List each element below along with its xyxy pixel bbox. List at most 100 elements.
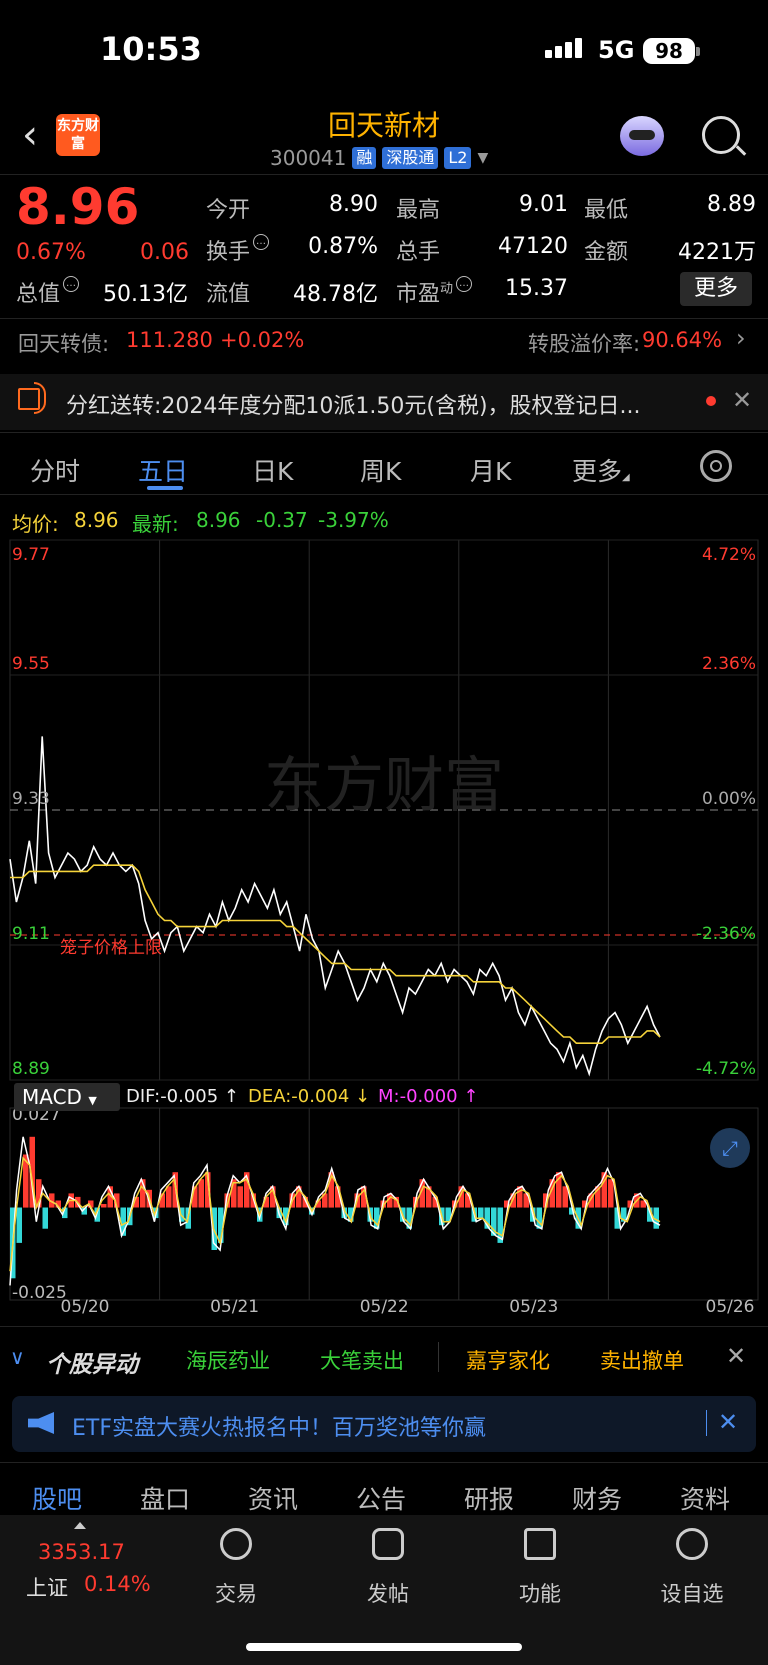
abnormal-item-2[interactable]: 大笔卖出 [320,1345,404,1375]
chevron-right-icon[interactable]: › [736,324,746,352]
premium-value: 90.64% [642,328,723,352]
tag-l2: L2 [444,147,472,169]
y-tick-left: 8.89 [12,1059,50,1079]
chart-grid [9,539,759,1301]
macd-panel [9,1136,661,1286]
five-day-chart[interactable]: 东方财富 9.77 4.72% 9.55 2.36% 9.33 0.00% 9.11 -2.3… [0,536,768,1316]
trade-icon[interactable] [220,1528,252,1560]
info-icon[interactable]: … [456,276,473,292]
current-price: 8.96 [16,178,140,236]
convertible-price: 111.280 [126,328,213,352]
tab-research[interactable]: 研报 [464,1480,514,1516]
abnormal-item-4[interactable]: 卖出撤单 [600,1345,684,1375]
tab-profile[interactable]: 资料 [680,1480,730,1516]
caret-up-icon [74,1522,86,1529]
tab-daily-k[interactable]: 日K [252,452,293,488]
x-tick-label: 05/20 [61,1297,110,1316]
search-icon[interactable] [702,116,740,154]
abnormal-item-1[interactable]: 海辰药业 [186,1345,270,1375]
robot-assistant-icon[interactable] [620,116,664,156]
pe-value: 15.37 [505,276,568,301]
more-button[interactable]: 更多 [680,272,752,306]
info-icon[interactable]: … [63,276,80,292]
info-icon[interactable]: … [253,234,270,250]
divider [706,1410,707,1436]
turnover-value: 0.87% [308,234,378,259]
volume-label: 总手 [396,240,441,265]
tab-guba[interactable]: 股吧 [32,1480,82,1516]
expand-icon[interactable]: ⤢ [710,1128,750,1168]
status-time: 10:53 [100,30,202,68]
avg-label: 均价: [12,512,59,536]
indicator-select[interactable]: MACD ▼ [14,1083,120,1111]
unread-dot [706,396,716,406]
tab-underline [147,486,183,490]
pe-label: 市盈动… [396,276,473,308]
tab-intraday[interactable]: 分时 [30,452,80,488]
abnormal-label: 个股异动 [46,1352,138,1378]
macd-bar [608,1179,614,1208]
y-tick-left: 9.11 [12,924,50,944]
macd-bar [478,1207,484,1219]
nav-functions[interactable]: 功能 [495,1578,585,1608]
add-watchlist-icon[interactable] [676,1528,708,1560]
tab-news[interactable]: 资讯 [248,1480,298,1516]
nav-add-watchlist[interactable]: 设自选 [647,1578,737,1608]
macd-bar [166,1186,172,1208]
index-value[interactable]: 3353.17 [38,1540,125,1564]
turnover-label: 换手… [206,234,270,266]
post-icon[interactable] [372,1528,404,1560]
tag-margin: 融 [352,147,377,169]
amount-value: 4221万 [678,240,756,265]
y-tick-right: -2.36% [696,924,756,944]
tag-connect: 深股通 [382,147,439,169]
latest-label: 最新: [132,512,179,536]
etf-text[interactable]: ETF实盘大赛火热报名中！百万奖池等你赢 [72,1410,486,1442]
avg-value: 8.96 [74,508,119,532]
network-label: 5G [598,36,635,64]
macd-bar [42,1207,48,1229]
x-tick-label: 05/22 [360,1297,409,1316]
limit-line-label: 笼子价格上限 [60,938,162,958]
tab-monthly-k[interactable]: 月K [470,452,511,488]
tab-announcements[interactable]: 公告 [356,1480,406,1516]
tab-weekly-k[interactable]: 周K [360,452,401,488]
tab-finance[interactable]: 财务 [572,1480,622,1516]
mcap-value: 50.13亿 [103,282,188,307]
macd-bar [101,1204,107,1208]
premium-label: 转股溢价率: [528,332,641,356]
close-icon[interactable]: ✕ [718,1408,738,1436]
dea-label: DEA:-0.004 ↓ [248,1086,371,1107]
x-tick-label: 05/26 [706,1297,755,1316]
volume-value: 47120 [498,234,568,259]
macd-bar [237,1186,243,1208]
close-icon[interactable]: ✕ [726,1342,746,1370]
notice-text[interactable]: 分红送转:2024年度分配10派1.50元(含税)，股权登记日... [66,388,686,420]
open-label: 今开 [206,198,251,223]
abnormal-item-3[interactable]: 嘉亨家化 [466,1345,550,1375]
y-tick-right: 4.72% [702,545,756,565]
nav-post[interactable]: 发帖 [343,1578,433,1608]
latest-change: -0.37 [256,508,308,532]
dif-line [9,1136,661,1286]
chevron-down-icon[interactable]: ∨ [10,1345,25,1369]
close-icon[interactable]: ✕ [732,386,752,414]
index-name[interactable]: 上证 [26,1572,68,1602]
divider [438,1342,439,1372]
y-tick-right: 2.36% [702,654,756,674]
change-percent: 0.67% [16,240,86,265]
home-indicator [246,1643,522,1651]
nav-trade[interactable]: 交易 [191,1578,281,1608]
macd-min-label: -0.025 [12,1283,67,1303]
convertible-label[interactable]: 回天转债: [18,328,109,358]
macd-bar [562,1186,568,1208]
float-label: 流值 [206,282,251,307]
functions-icon[interactable] [524,1528,556,1560]
gear-icon[interactable] [700,450,732,482]
index-pct[interactable]: 0.14% [84,1572,151,1596]
stock-code-row[interactable]: 300041 融 深股通 L2 ▼ [270,146,488,170]
tab-pankou[interactable]: 盘口 [140,1480,190,1516]
tab-five-day[interactable]: 五日 [138,452,188,488]
y-tick-right: 0.00% [702,789,756,809]
tab-more[interactable]: 更多◢ [572,452,630,488]
